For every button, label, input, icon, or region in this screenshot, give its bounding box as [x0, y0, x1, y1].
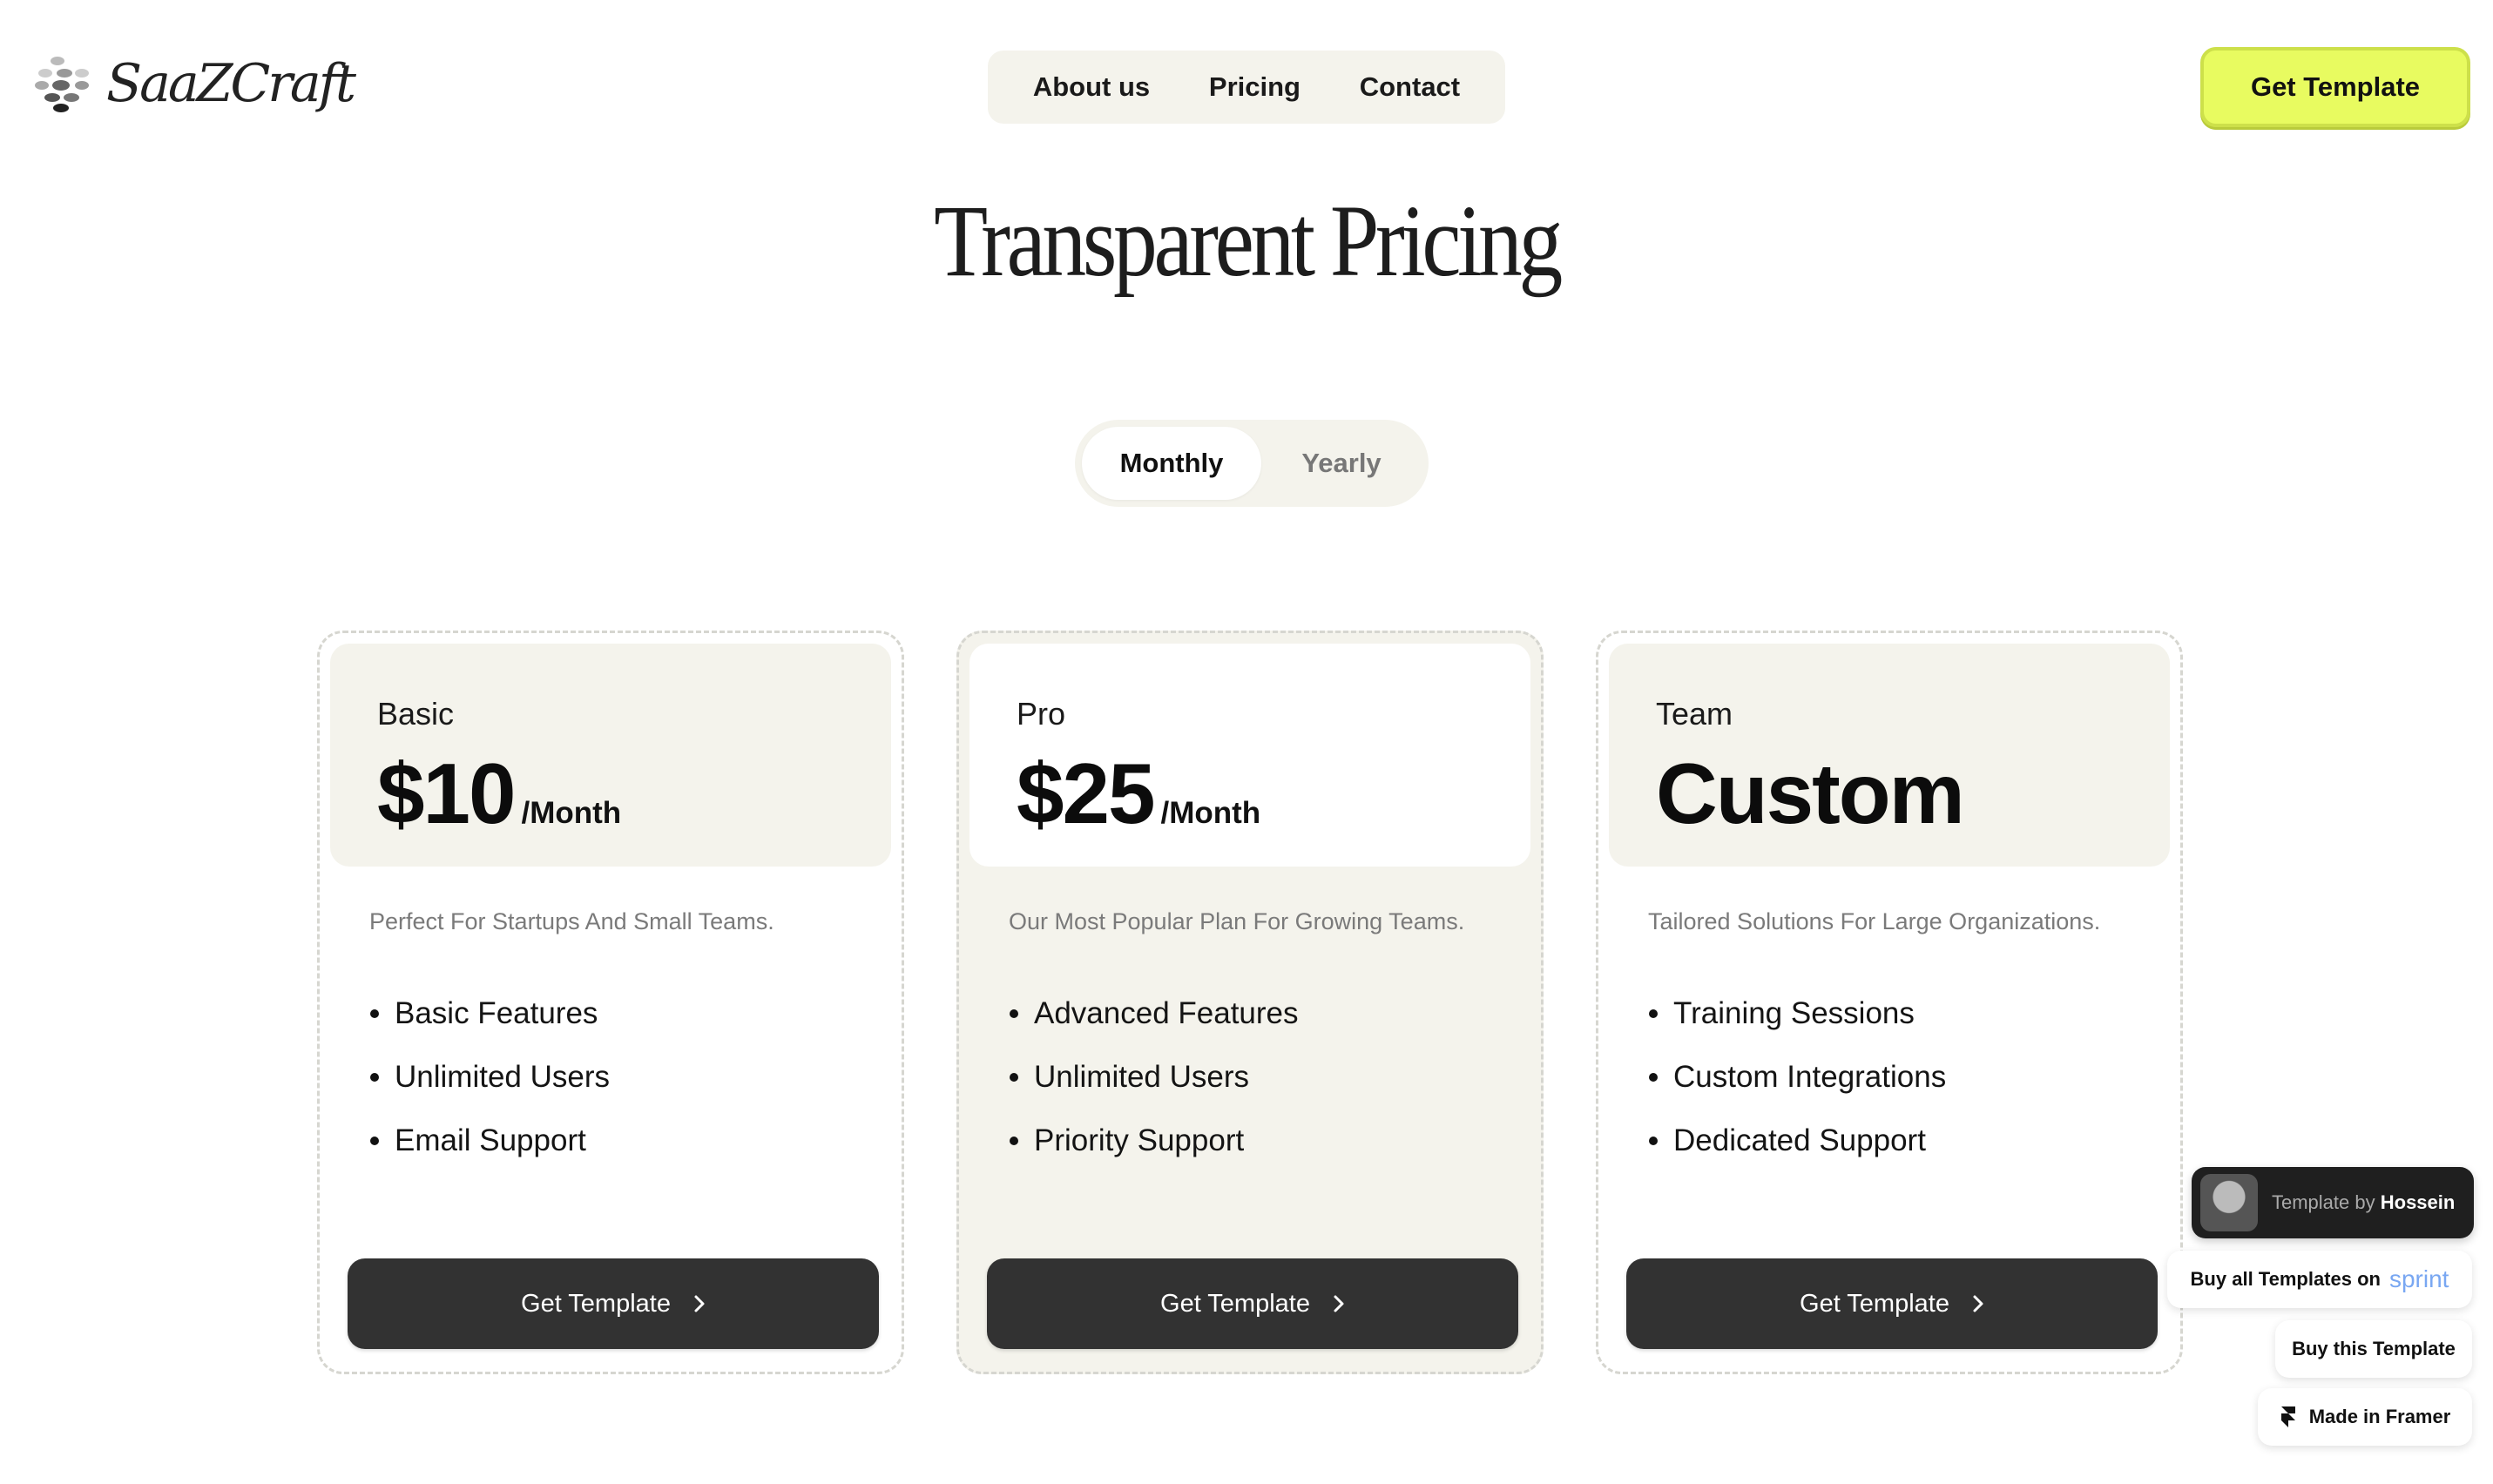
feature-item: Email Support: [370, 1109, 610, 1172]
logo[interactable]: SaaZCraft: [31, 53, 356, 114]
feature-list: Training Sessions Custom Integrations De…: [1649, 981, 1946, 1172]
plan-description: Our Most Popular Plan For Growing Teams.: [1009, 908, 1465, 934]
nav-pricing[interactable]: Pricing: [1209, 71, 1301, 103]
plan-name: Basic: [377, 696, 455, 732]
nav-contact[interactable]: Contact: [1360, 71, 1460, 103]
plan-name: Team: [1656, 696, 1733, 732]
feature-list: Basic Features Unlimited Users Email Sup…: [370, 981, 610, 1172]
author-text: Template by Hossein: [2272, 1191, 2455, 1214]
feature-item: Dedicated Support: [1649, 1109, 1946, 1172]
plan-description: Perfect For Startups And Small Teams.: [369, 908, 774, 934]
sprint-brand-logo: sprint: [2388, 1265, 2449, 1292]
feature-item: Unlimited Users: [1010, 1045, 1299, 1109]
author-name: Hossein: [2380, 1191, 2456, 1213]
page-title: Transparent Pricing: [934, 184, 1563, 298]
feature-item: Unlimited Users: [370, 1045, 610, 1109]
plan-description: Tailored Solutions For Large Organizatio…: [1648, 908, 2101, 934]
feature-item: Training Sessions: [1649, 981, 1946, 1045]
buy-this-template-badge[interactable]: Buy this Template: [2275, 1320, 2472, 1378]
plan-name: Pro: [1017, 696, 1066, 732]
main-nav: About us Pricing Contact: [988, 51, 1505, 124]
price-row: $25 /Month: [1017, 745, 1260, 843]
made-in-framer-badge[interactable]: Made in Framer: [2258, 1388, 2472, 1446]
logo-text: SaaZCraft: [106, 53, 356, 114]
card-header: Basic $10 /Month: [330, 644, 891, 867]
author-prefix: Template by: [2272, 1191, 2375, 1213]
plan-period: /Month: [521, 796, 622, 830]
billing-toggle: Monthly Yearly: [1075, 420, 1429, 507]
nav-about-us[interactable]: About us: [1033, 71, 1150, 103]
chevron-right-icon: [1973, 1295, 1983, 1312]
pricing-card-basic: Basic $10 /Month Perfect For Startups An…: [317, 631, 904, 1374]
chevron-right-icon: [694, 1295, 705, 1312]
logo-icon: [35, 57, 89, 112]
pricing-card-team: Team Custom Tailored Solutions For Large…: [1596, 631, 2183, 1374]
feature-item: Advanced Features: [1010, 981, 1299, 1045]
plan-period: /Month: [1160, 796, 1261, 830]
feature-list: Advanced Features Unlimited Users Priori…: [1010, 981, 1299, 1172]
feature-item: Priority Support: [1010, 1109, 1299, 1172]
card-header: Team Custom: [1609, 644, 2170, 867]
buy-all-label: Buy all Templates on: [2190, 1268, 2381, 1290]
buy-all-templates-badge[interactable]: Buy all Templates on sprint: [2167, 1251, 2472, 1308]
pricing-card-pro: Pro $25 /Month Our Most Popular Plan For…: [956, 631, 1544, 1374]
toggle-yearly[interactable]: Yearly: [1261, 427, 1422, 500]
plan-price: $10: [377, 745, 517, 841]
chevron-right-icon: [1334, 1295, 1344, 1312]
button-label: Get Template: [1160, 1289, 1310, 1318]
feature-item: Custom Integrations: [1649, 1045, 1946, 1109]
get-template-team-button[interactable]: Get Template: [1626, 1258, 2158, 1349]
price-row: $10 /Month: [377, 745, 621, 843]
toggle-monthly[interactable]: Monthly: [1082, 427, 1261, 500]
price-row: Custom: [1656, 745, 1965, 843]
get-template-pro-button[interactable]: Get Template: [987, 1258, 1518, 1349]
feature-item: Basic Features: [370, 981, 610, 1045]
plan-price: $25: [1017, 745, 1156, 841]
made-in-framer-label: Made in Framer: [2308, 1406, 2451, 1427]
plan-price: Custom: [1656, 745, 1965, 841]
card-header: Pro $25 /Month: [970, 644, 1530, 867]
author-avatar: [2200, 1174, 2258, 1231]
button-label: Get Template: [521, 1289, 671, 1318]
template-author-badge[interactable]: Template by Hossein: [2192, 1167, 2474, 1238]
get-template-header-button[interactable]: Get Template: [2200, 47, 2470, 127]
button-label: Get Template: [1800, 1289, 1949, 1318]
get-template-basic-button[interactable]: Get Template: [348, 1258, 879, 1349]
framer-icon: [2280, 1406, 2295, 1427]
